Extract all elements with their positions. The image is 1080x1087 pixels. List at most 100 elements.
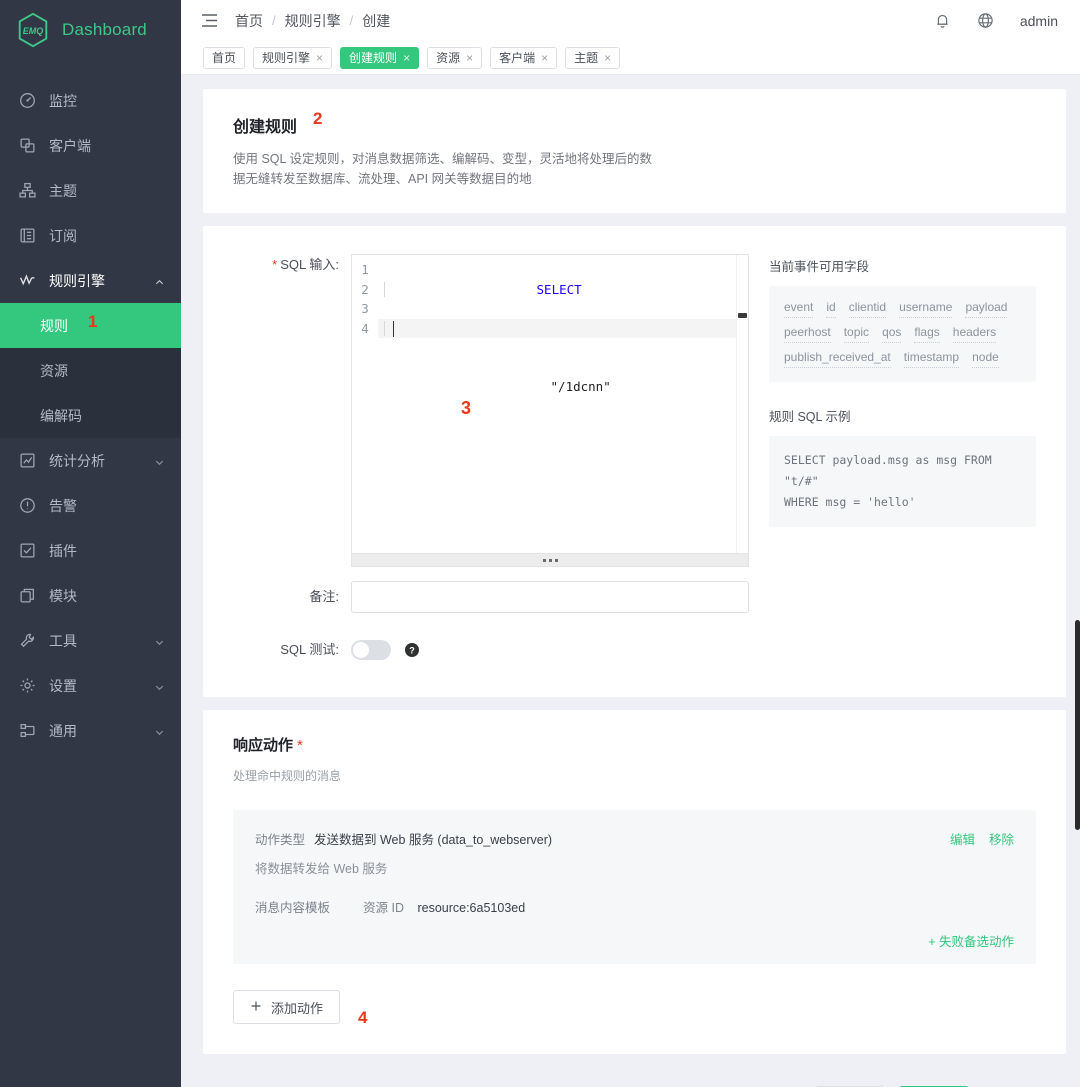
field-chip[interactable]: timestamp [903,349,960,368]
topics-icon [19,182,36,199]
plugin-icon [19,542,36,559]
sidebar-item-label: 设置 [49,677,77,694]
sidebar-item-settings[interactable]: 设置 [0,663,181,708]
page-title: 创建规则 [233,119,298,136]
close-icon[interactable]: × [604,52,611,64]
indent-guide [384,281,385,297]
globe-icon[interactable] [977,12,994,29]
code-line: FROM [378,299,748,336]
toggle-knob [353,642,369,658]
page-scrollbar[interactable] [1075,0,1080,1087]
field-chip[interactable]: qos [882,324,902,343]
remark-input[interactable] [351,581,749,613]
sidebar-item-rules[interactable]: 规则 1 [0,303,181,348]
field-chip[interactable]: event [784,299,814,318]
field-chip[interactable]: id [826,299,836,318]
breadcrumb-separator: / [272,13,276,28]
sidebar-nav: 监控 客户端 主题 订阅 规则引擎 规则 1 资源 编解码 统计分析 告警 插件… [0,78,181,753]
resource-id-label: 资源 ID [363,901,404,915]
sidebar-item-general[interactable]: 通用 [0,708,181,753]
sidebar-item-plugin[interactable]: 插件 [0,528,181,573]
field-chip[interactable]: topic [843,324,870,343]
sidebar-item-analytics[interactable]: 统计分析 [0,438,181,483]
sidebar-item-clients[interactable]: 客户端 [0,123,181,168]
available-fields-title: 当前事件可用字段 [769,260,870,274]
sidebar-item-topics[interactable]: 主题 [0,168,181,213]
sql-editor[interactable]: 1 2 3 4 SELECT "/1dcnn" [351,254,749,554]
username-label[interactable]: admin [1020,13,1058,29]
field-chip[interactable]: peerhost [784,324,831,343]
close-icon[interactable]: × [316,52,323,64]
tab-rule-engine[interactable]: 规则引擎 × [253,46,333,69]
sidebar-item-label: 通用 [49,722,77,739]
field-chip[interactable]: publish_received_at [784,349,891,368]
available-fields-box: event id clientid username payload peerh… [769,286,1036,382]
editor-code-area[interactable]: SELECT payload FROM [378,255,748,553]
tab-clients[interactable]: 客户端 × [490,46,558,69]
field-chip[interactable]: flags [914,324,940,343]
add-fallback-action-link[interactable]: + 失败备选动作 [928,931,1014,950]
tab-resources[interactable]: 资源 × [427,46,483,69]
rule-engine-icon [19,272,36,289]
resource-id-value: resource:6a5103ed [417,901,526,915]
sidebar-item-monitor[interactable]: 监控 [0,78,181,123]
sidebar-item-label: 工具 [49,632,77,649]
editor-scrollbar[interactable] [736,255,748,553]
sidebar-item-alarm[interactable]: 告警 [0,483,181,528]
brand[interactable]: EMQ Dashboard [0,4,181,56]
sidebar-item-subscriptions[interactable]: 订阅 [0,213,181,258]
sidebar-item-label: 规则引擎 [49,272,105,289]
gauge-icon [19,92,36,109]
sidebar-item-rule-engine[interactable]: 规则引擎 [0,258,181,303]
field-chip[interactable]: username [899,299,953,318]
tab-create-rule[interactable]: 创建规则 × [340,46,420,69]
editor-resize-handle[interactable] [351,554,749,567]
field-chip[interactable]: clientid [848,299,887,318]
annotation-4: 4 [358,1008,368,1027]
edit-action-link[interactable]: 编辑 [950,829,975,848]
page-scrollbar-thumb[interactable] [1075,620,1080,830]
topbar: 首页 / 规则引擎 / 创建 admin [181,0,1080,41]
sidebar-item-module[interactable]: 模块 [0,573,181,618]
analytics-icon [19,452,36,469]
editor-scrollbar-thumb[interactable] [738,313,747,318]
sidebar-item-codec[interactable]: 编解码 [0,393,181,438]
chevron-down-icon [154,680,165,691]
action-details-row: 消息内容模板 资源 ID resource:6a5103ed [255,897,1014,917]
tab-label: 创建规则 [349,51,398,65]
editor-gutter: 1 2 3 4 [352,255,378,553]
page-header-card: 创建规则 2 使用 SQL 设定规则，对消息数据筛选、编解码、变型，灵活地将处理… [203,89,1066,213]
close-icon[interactable]: × [466,52,473,64]
emq-logo-icon: EMQ [14,11,52,49]
sidebar-item-resources[interactable]: 资源 [0,348,181,393]
sql-form-card: * SQL 输入: 1 2 3 4 SELECT "/1dcnn" 3 当前事件… [203,226,1066,697]
bell-icon[interactable] [934,12,951,29]
text-caret [393,320,394,337]
close-icon[interactable]: × [541,52,548,64]
question-mark-icon[interactable]: ? [405,643,419,657]
page-description: 使用 SQL 设定规则，对消息数据筛选、编解码、变型，灵活地将处理后的数据无缝转… [233,152,652,186]
sidebar-item-label: 告警 [49,497,77,514]
close-icon[interactable]: × [403,52,410,64]
breadcrumb-item-rule-engine[interactable]: 规则引擎 [285,11,341,31]
tab-topics[interactable]: 主题 × [565,46,621,69]
hamburger-icon[interactable] [201,13,218,28]
field-chip[interactable]: node [972,349,999,368]
sidebar-item-tools[interactable]: 工具 [0,618,181,663]
sql-helper-panel: 当前事件可用字段 event id clientid username payl… [769,254,1036,567]
action-operations: 编辑 移除 [950,829,1014,848]
required-mark: * [272,257,278,272]
plus-icon [250,1000,262,1015]
line-number: 1 [361,262,369,277]
tab-home[interactable]: 首页 [203,46,246,69]
breadcrumb-item-home[interactable]: 首页 [235,11,263,31]
field-chip[interactable]: headers [952,324,997,343]
sidebar-item-label: 模块 [49,587,77,604]
subscriptions-icon [19,227,36,244]
add-action-button[interactable]: 添加动作 [233,990,341,1024]
sql-test-toggle[interactable] [351,640,391,660]
field-chip[interactable]: payload [965,299,1008,318]
remove-action-link[interactable]: 移除 [989,829,1014,848]
sql-example-title: 规则 SQL 示例 [769,410,851,424]
tools-icon [19,632,36,649]
